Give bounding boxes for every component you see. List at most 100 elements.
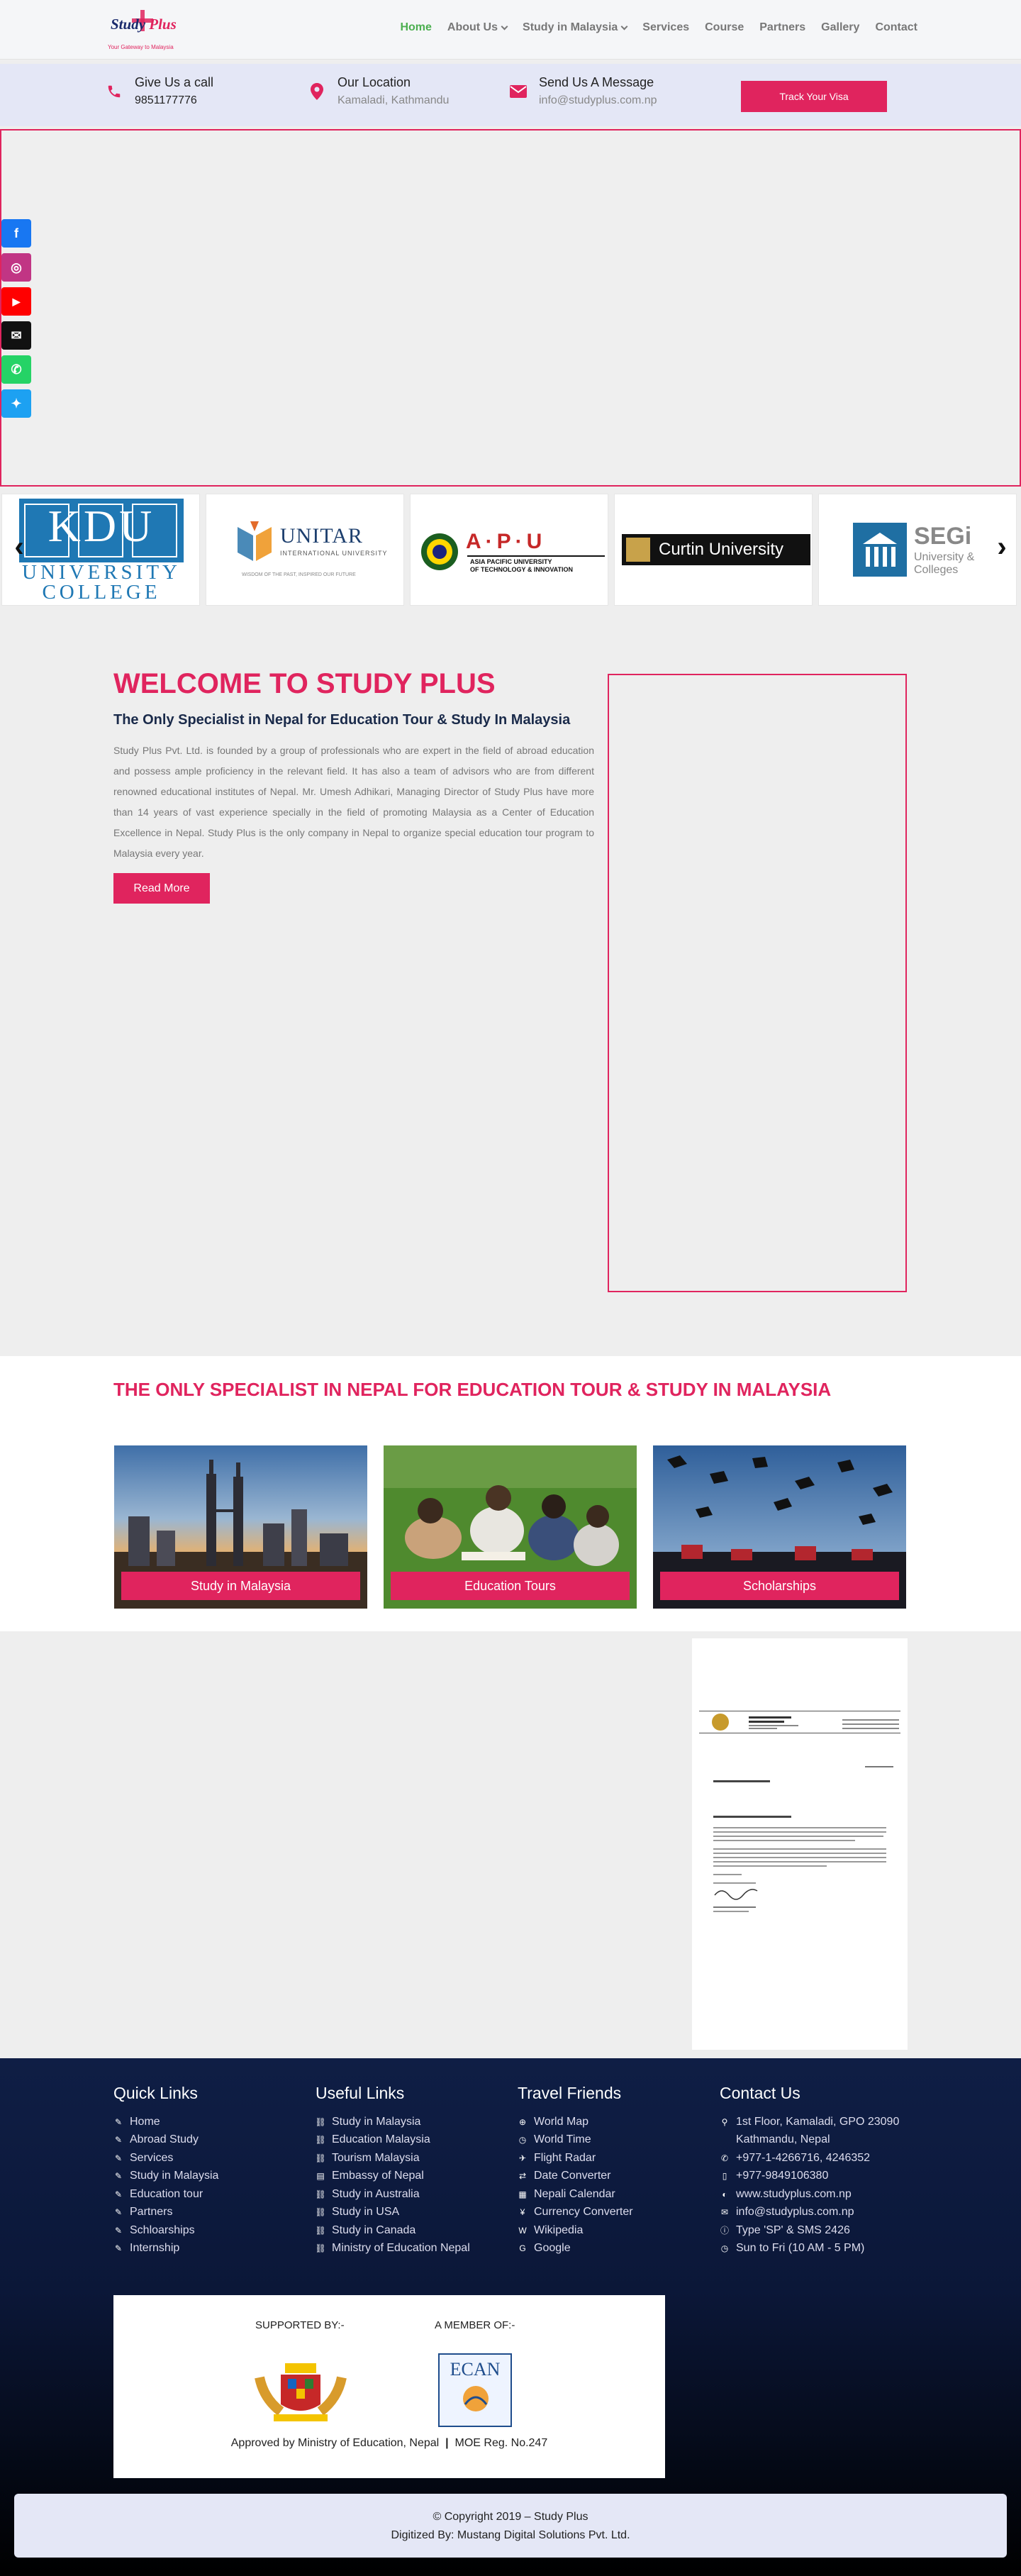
footer-link[interactable]: ✎ Schloarships: [113, 2221, 218, 2240]
carousel-prev-arrow-icon[interactable]: ‹: [7, 533, 31, 561]
embassy-letter-image[interactable]: [692, 1638, 908, 2050]
whatsapp-icon[interactable]: ✆: [1, 355, 31, 384]
member-of-label: A MEMBER OF:-: [435, 2319, 515, 2331]
contact-phone[interactable]: ✆ +977-1-4266716, 4246352: [720, 2149, 899, 2167]
footer-link[interactable]: ▦ Nepali Calendar: [518, 2185, 633, 2204]
instagram-icon[interactable]: ◎: [1, 253, 31, 282]
copyright-text: © Copyright 2019 – Study Plus: [433, 2511, 588, 2523]
info-location[interactable]: Our Location Kamaladi, Kathmandu: [308, 75, 449, 107]
nav-study-in-malaysia[interactable]: Study in Malaysia: [523, 21, 628, 34]
footer-link[interactable]: ⛓ Tourism Malaysia: [315, 2149, 470, 2167]
info-message-value: info@studyplus.com.np: [539, 94, 657, 106]
info-message-title: Send Us A Message: [539, 75, 654, 89]
segi-name: SEGi: [914, 523, 972, 550]
facebook-icon[interactable]: f: [1, 219, 31, 248]
clock-icon: ◷: [518, 2135, 527, 2145]
footer-link[interactable]: ◷ World Time: [518, 2131, 633, 2150]
copyright-bar: © Copyright 2019 – Study Plus Digitized …: [14, 2494, 1007, 2558]
footer-link[interactable]: ⛓ Ministry of Education Nepal: [315, 2240, 469, 2258]
footer-link[interactable]: ⇄ Date Converter: [518, 2167, 633, 2186]
chevron-down-icon: [501, 23, 508, 30]
pencil-icon: ✎: [114, 2116, 123, 2127]
welcome-subtitle: The Only Specialist in Nepal for Educati…: [113, 712, 571, 728]
nav-gallery[interactable]: Gallery: [821, 21, 859, 34]
nav-contact[interactable]: Contact: [875, 21, 917, 34]
footer-link[interactable]: ⛓ Education Malaysia: [315, 2131, 470, 2150]
email-icon[interactable]: ✉: [1, 321, 31, 350]
nav-course[interactable]: Course: [705, 21, 744, 34]
footer-link[interactable]: ▤ Embassy of Nepal: [316, 2167, 470, 2186]
footer-link[interactable]: G Google: [518, 2240, 633, 2258]
youtube-icon[interactable]: ▶: [1, 287, 31, 316]
exchange-icon: ⇄: [518, 2171, 527, 2182]
site-logo[interactable]: Study Plus Your Gateway to Malaysia: [108, 10, 179, 51]
nav-partners[interactable]: Partners: [759, 21, 805, 34]
contact-mobile[interactable]: ▯ +977-9849106380: [720, 2167, 899, 2186]
footer-link[interactable]: ✈ Flight Radar: [518, 2149, 633, 2167]
clock-icon: ◷: [720, 2243, 729, 2254]
nav-about-us[interactable]: About Us: [447, 21, 508, 34]
kdu-line1: UNIVERSITY: [22, 561, 181, 584]
nav-home[interactable]: Home: [400, 21, 431, 34]
partner-logo-apu[interactable]: A·P·U ASIA PACIFIC UNIVERSITY OF TECHNOL…: [410, 494, 608, 606]
read-more-button[interactable]: Read More: [113, 873, 210, 904]
card-scholarships[interactable]: Scholarships: [653, 1445, 906, 1609]
footer-link[interactable]: ¥ Currency Converter: [518, 2204, 633, 2222]
mobile-icon: ▯: [722, 2171, 727, 2182]
footer-link[interactable]: ✎ Services: [113, 2149, 218, 2167]
envelope-icon: [509, 82, 528, 101]
nav-services[interactable]: Services: [642, 21, 689, 34]
carousel-next-arrow-icon[interactable]: ›: [990, 533, 1014, 561]
google-icon: G: [519, 2243, 526, 2254]
contact-email[interactable]: ✉ info@studyplus.com.np: [720, 2204, 899, 2222]
segi-line2: Colleges: [914, 564, 959, 576]
twitter-icon[interactable]: ✦: [1, 389, 31, 418]
footer-link[interactable]: ✎ Internship: [113, 2240, 218, 2258]
footer-link[interactable]: ✎ Home: [113, 2113, 218, 2131]
info-call-value: 9851177776: [135, 94, 197, 106]
partner-logo-unitar[interactable]: UNITAR INTERNATIONAL UNIVERSITY WISDOM O…: [206, 494, 404, 606]
footer-contact: Contact Us ⚲ 1st Floor, Kamaladi, GPO 230…: [720, 2084, 899, 2258]
embedded-frame[interactable]: [608, 674, 907, 1292]
partner-logo-segi[interactable]: SEGi University & Colleges: [818, 494, 1017, 606]
quick-links-title: Quick Links: [113, 2084, 198, 2102]
card-study-in-malaysia[interactable]: Study in Malaysia: [114, 1445, 367, 1609]
info-message[interactable]: Send Us A Message info@studyplus.com.np: [509, 75, 657, 107]
info-call[interactable]: Give Us a call 9851177776: [105, 75, 213, 107]
footer-link[interactable]: ⊕ World Map: [518, 2113, 633, 2131]
map-pin-icon: [308, 82, 326, 101]
wikipedia-icon: W: [518, 2225, 527, 2236]
link-icon: ⛓: [315, 2116, 326, 2127]
contact-info-bar: Give Us a call 9851177776 Our Location K…: [0, 64, 1021, 126]
partner-logo-kdu[interactable]: KDU UNIVERSITY COLLEGE: [1, 494, 200, 606]
link-icon: ⛓: [315, 2135, 326, 2145]
curtin-crest-icon: [626, 538, 650, 562]
card-label: Study in Malaysia: [121, 1572, 360, 1600]
footer-link[interactable]: ⛓ Study in Australia: [315, 2185, 470, 2204]
chevron-down-icon: [620, 23, 628, 30]
footer-link[interactable]: ✎ Abroad Study: [113, 2131, 218, 2150]
footer-link[interactable]: ⛓ Study in Canada: [315, 2221, 470, 2240]
footer-link[interactable]: W Wikipedia: [518, 2221, 633, 2240]
partner-logo-curtin[interactable]: Curtin University: [614, 494, 813, 606]
map-icon: ▤: [316, 2171, 325, 2182]
footer-link[interactable]: ⛓ Study in USA: [315, 2204, 470, 2222]
yen-icon: ¥: [520, 2207, 525, 2218]
logo-tagline: Your Gateway to Malaysia: [108, 44, 174, 50]
footer-quick-links: Quick Links ✎ Home ✎ Abroad Study ✎ Service…: [113, 2084, 218, 2258]
link-icon: ⛓: [315, 2189, 326, 2199]
digitized-by-text[interactable]: Digitized By: Mustang Digital Solutions …: [14, 2526, 1007, 2545]
card-education-tours[interactable]: Education Tours: [384, 1445, 637, 1609]
track-visa-button[interactable]: Track Your Visa: [741, 81, 887, 112]
footer-link[interactable]: ⛓ Study in Malaysia: [315, 2113, 470, 2131]
footer-link[interactable]: ✎ Education tour: [113, 2185, 218, 2204]
letter-section: [0, 1631, 1021, 2058]
contact-web[interactable]: ◐ www.studyplus.com.np: [720, 2185, 899, 2204]
ecan-logo: ECAN: [438, 2353, 512, 2427]
unitar-sub: INTERNATIONAL UNIVERSITY: [280, 550, 388, 557]
unitar-tag: WISDOM OF THE PAST, INSPIRED OUR FUTURE: [242, 572, 356, 577]
curtin-name: Curtin University: [659, 540, 784, 559]
footer-link[interactable]: ✎ Partners: [113, 2204, 218, 2222]
footer-link[interactable]: ✎ Study in Malaysia: [113, 2167, 218, 2186]
phone-icon: [105, 82, 123, 101]
